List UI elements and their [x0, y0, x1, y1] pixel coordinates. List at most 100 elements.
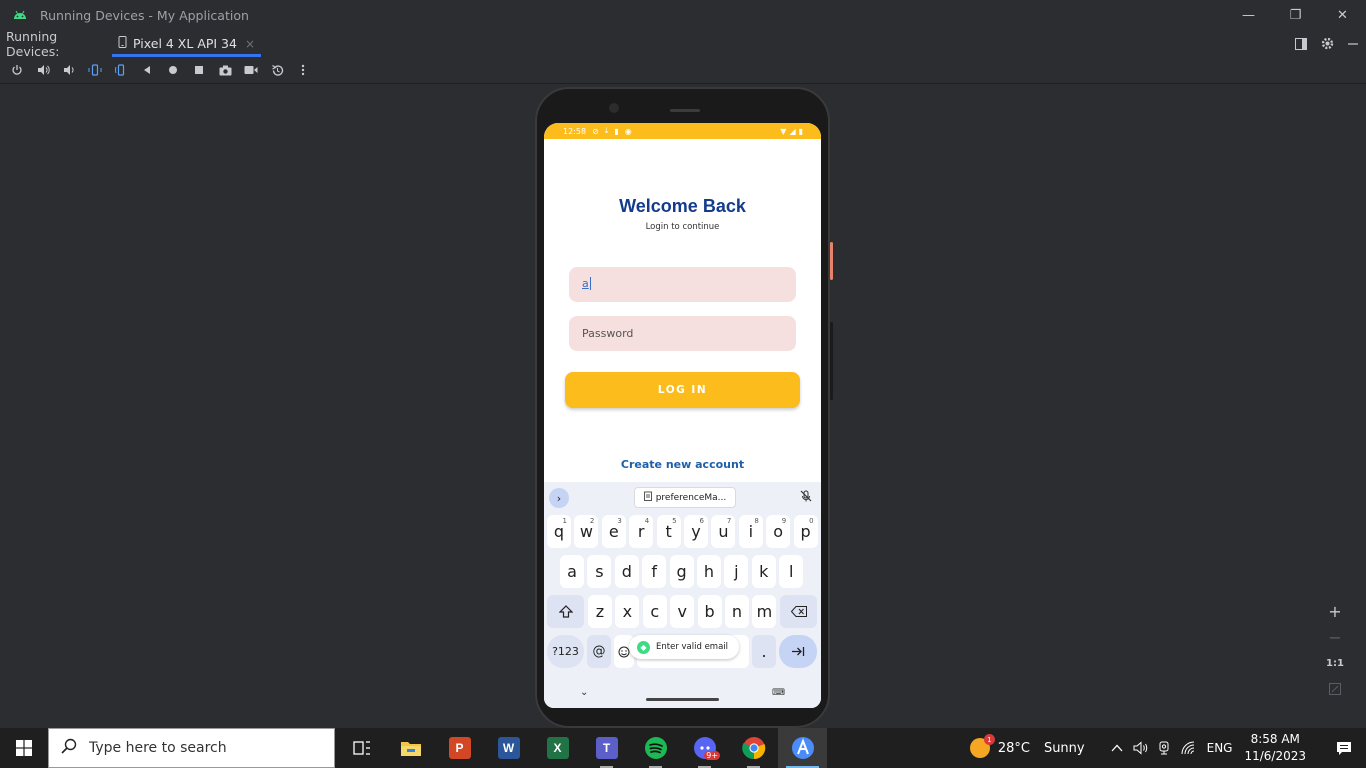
key-w[interactable]: w2 [574, 515, 599, 548]
password-input[interactable]: Password [569, 316, 796, 351]
key-u[interactable]: u7 [711, 515, 736, 548]
period-key[interactable]: . [752, 635, 776, 668]
email-input[interactable]: a [569, 267, 796, 302]
key-x[interactable]: x [615, 595, 640, 628]
windows-start-icon[interactable] [0, 728, 48, 768]
spotify-icon[interactable] [631, 728, 680, 768]
key-c[interactable]: c [642, 595, 667, 628]
chrome-icon[interactable] [729, 728, 778, 768]
taskbar-clock[interactable]: 8:58 AM 11/6/2023 [1244, 731, 1306, 765]
mic-off-icon[interactable] [800, 490, 812, 505]
phone-power-button[interactable] [830, 242, 833, 280]
create-account-link[interactable]: Create new account [544, 458, 821, 471]
layout-icon[interactable] [1288, 37, 1314, 50]
key-o[interactable]: o9 [766, 515, 791, 548]
minimize-button[interactable]: — [1225, 0, 1272, 30]
powerpoint-icon[interactable]: P [435, 728, 484, 768]
screen-record-icon[interactable] [238, 59, 264, 81]
zoom-in-button[interactable]: + [1322, 598, 1348, 624]
chevron-down-icon[interactable]: ⌄ [580, 687, 588, 698]
task-view-icon[interactable] [337, 728, 386, 768]
excel-icon[interactable]: X [533, 728, 582, 768]
key-label: j [734, 562, 739, 581]
key-label: f [651, 562, 657, 581]
taskbar-search-box[interactable]: Type here to search [48, 728, 335, 768]
volume-up-icon[interactable] [30, 59, 56, 81]
key-z[interactable]: z [588, 595, 612, 628]
discord-badge: 9+ [704, 751, 720, 760]
next-key[interactable] [779, 635, 817, 668]
key-s[interactable]: s [587, 555, 612, 588]
key-m[interactable]: m [752, 595, 777, 628]
language-indicator[interactable]: ENG [1207, 741, 1233, 755]
close-button[interactable]: ✕ [1319, 0, 1366, 30]
window-titlebar: Running Devices - My Application — ❐ ✕ [0, 0, 1366, 30]
home-icon[interactable] [160, 59, 186, 81]
file-explorer-icon[interactable] [386, 728, 435, 768]
word-icon[interactable]: W [484, 728, 533, 768]
rotate-left-icon[interactable] [82, 59, 108, 81]
gear-icon[interactable] [1314, 37, 1340, 50]
weather-badge: 1 [983, 734, 995, 745]
key-d[interactable]: d [614, 555, 639, 588]
key-i[interactable]: i8 [738, 515, 763, 548]
key-y[interactable]: y6 [684, 515, 708, 548]
key-t[interactable]: t5 [656, 515, 681, 548]
at-key[interactable]: @ [587, 635, 611, 668]
weather-widget[interactable]: 1 28°C Sunny [969, 734, 1085, 758]
key-number-hint: 0 [809, 517, 814, 525]
symbols-key[interactable]: ?123 [547, 635, 584, 668]
login-button[interactable]: LOG IN [565, 372, 800, 408]
overview-icon[interactable] [186, 59, 212, 81]
speaker-icon[interactable] [1129, 741, 1153, 755]
power-icon[interactable] [4, 59, 30, 81]
gesture-handle[interactable] [646, 698, 719, 701]
clipboard-suggestion[interactable]: preferenceMa... [634, 487, 736, 508]
key-k[interactable]: k [751, 555, 776, 588]
restore-button[interactable]: ❐ [1272, 0, 1319, 30]
zoom-out-button[interactable]: − [1322, 624, 1348, 650]
key-r[interactable]: r4 [629, 515, 654, 548]
key-n[interactable]: n [725, 595, 749, 628]
more-icon[interactable] [290, 59, 316, 81]
keyboard-suggestion-bar: › preferenceMa... [544, 485, 821, 509]
reset-icon[interactable] [264, 59, 290, 81]
key-v[interactable]: v [670, 595, 695, 628]
key-q[interactable]: q1 [547, 515, 571, 548]
teams-icon[interactable]: T [582, 728, 631, 768]
wifi-tray-icon[interactable] [1177, 741, 1201, 755]
key-label: n [731, 602, 743, 621]
key-j[interactable]: j [724, 555, 749, 588]
discord-icon[interactable]: 9+ [680, 728, 729, 768]
key-f[interactable]: f [642, 555, 667, 588]
phone-volume-button[interactable] [830, 322, 833, 400]
key-h[interactable]: h [697, 555, 721, 588]
key-b[interactable]: b [697, 595, 722, 628]
backspace-key[interactable] [780, 595, 817, 628]
shift-key[interactable] [547, 595, 584, 628]
zoom-actual-size-button[interactable]: 1:1 [1322, 650, 1348, 676]
screenshot-icon[interactable] [212, 59, 238, 81]
tab-close-icon[interactable]: × [245, 37, 255, 51]
back-icon[interactable] [134, 59, 160, 81]
key-g[interactable]: g [669, 555, 694, 588]
chevron-right-icon[interactable]: › [549, 488, 569, 508]
minimize-panel-icon[interactable] [1340, 38, 1366, 50]
key-l[interactable]: l [779, 555, 804, 588]
key-number-hint: 1 [562, 517, 567, 525]
key-e[interactable]: e3 [601, 515, 626, 548]
key-label: s [595, 562, 604, 581]
key-number-hint: 5 [672, 517, 677, 525]
clock-time: 8:58 AM [1250, 732, 1300, 746]
tab-pixel-4-xl[interactable]: Pixel 4 XL API 34 × [112, 30, 262, 57]
camera-tray-icon[interactable] [1153, 741, 1177, 755]
keyboard-switch-icon[interactable]: ⌨ [772, 688, 785, 698]
volume-down-icon[interactable] [56, 59, 82, 81]
rotate-right-icon[interactable] [108, 59, 134, 81]
chevron-up-icon[interactable] [1105, 744, 1129, 752]
zoom-fit-button[interactable] [1322, 676, 1348, 702]
notification-center-icon[interactable] [1322, 741, 1366, 756]
key-a[interactable]: a [560, 555, 584, 588]
android-studio-icon[interactable] [778, 728, 827, 768]
key-p[interactable]: p0 [793, 515, 818, 548]
